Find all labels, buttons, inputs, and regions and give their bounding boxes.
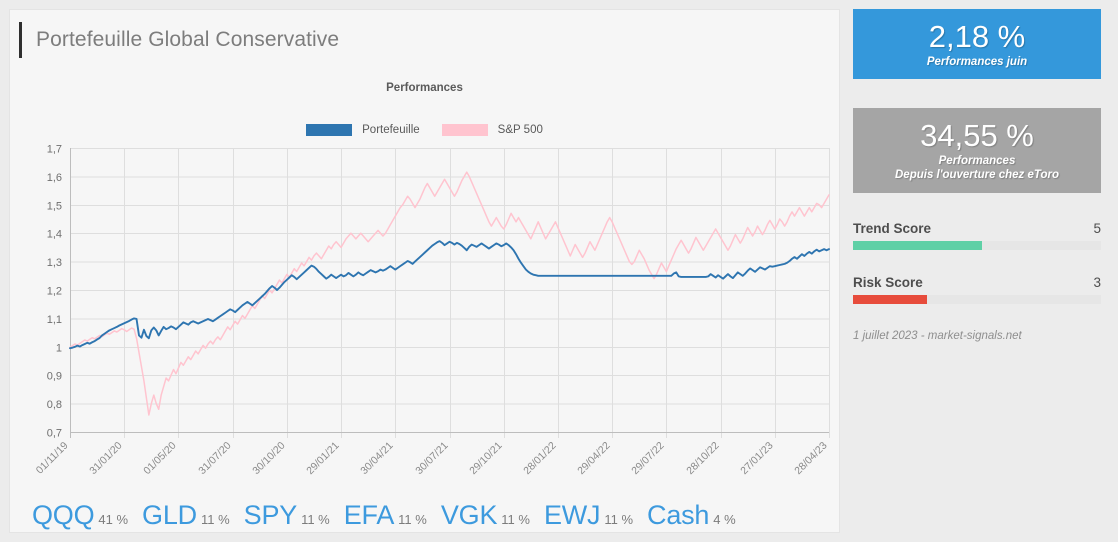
holding-weight: 11 %	[501, 512, 530, 527]
holding-item[interactable]: VGK 11 %	[441, 500, 530, 531]
y-axis-tick-label: 0,7	[47, 428, 62, 440]
monthly-performance-value: 2,18 %	[928, 19, 1026, 54]
performance-chart: Performances Portefeuille S&P 500 1,7 1,6…	[10, 82, 839, 492]
holding-weight: 11 %	[200, 512, 230, 527]
y-axis-tick-label: 1,4	[47, 229, 62, 241]
stat-card-total-performance: 34,55 % Performances Depuis l'ouverture …	[853, 108, 1101, 193]
score-trend-fill	[853, 241, 982, 250]
x-axis-tick-label: 28/01/22	[521, 440, 558, 477]
page-root: Portefeuille Global Conservative Perform…	[0, 0, 1118, 542]
x-axis-tick-label: 29/10/21	[467, 440, 504, 477]
holding-item[interactable]: QQQ 41 %	[32, 500, 128, 531]
y-axis-tick-label: 1,7	[47, 144, 62, 156]
x-axis-tick-label: 30/10/20	[250, 440, 287, 477]
chart-series-line	[69, 240, 830, 350]
holding-ticker: GLD	[142, 500, 197, 530]
x-axis-tick-label: 28/04/23	[792, 440, 829, 477]
score-risk: Risk Score 3	[853, 275, 1101, 304]
holding-weight: 11 %	[604, 512, 634, 527]
page-title: Portefeuille Global Conservative	[36, 28, 340, 51]
y-axis-tick-label: 1,6	[47, 172, 62, 184]
stat-card-monthly-performance: 2,18 % Performances juin	[853, 9, 1101, 79]
x-axis-tick-label: 01/11/19	[34, 440, 71, 477]
score-trend: Trend Score 5	[853, 221, 1101, 250]
title-accent-bar	[19, 22, 22, 58]
x-axis-tick-label: 29/04/22	[575, 440, 612, 477]
holding-item[interactable]: SPY 11 %	[244, 500, 330, 531]
holding-ticker: EFA	[343, 500, 395, 530]
summary-panel: 2,18 % Performances juin 34,55 % Perform…	[853, 9, 1101, 342]
holding-ticker: QQQ	[32, 500, 95, 530]
holding-weight: 11 %	[301, 512, 330, 527]
y-axis-tick-label: 0,8	[47, 399, 62, 411]
chart-series-line	[69, 171, 830, 416]
total-performance-label-line1: Performances	[938, 155, 1016, 167]
holding-weight: 11 %	[398, 512, 427, 527]
x-axis-tick-label: 27/01/23	[738, 440, 775, 477]
holdings-allocation: QQQ 41 % GLD 11 % SPY 11 % EFA 11 % VGK 11 % EWJ 11…	[32, 500, 736, 531]
score-risk-value: 3	[1093, 275, 1101, 290]
legend-label-sp500: S&P 500	[497, 124, 543, 136]
chart-plot-area[interactable]: 1,7 1,6 1,5 1,4 1,3 1,2 1,1 1 0,9 0,8 0,701/11/19 3…	[10, 140, 839, 492]
y-axis-tick-label: 1,2	[47, 286, 62, 298]
x-axis-tick-label: 30/07/21	[413, 440, 450, 477]
source-note: 1 juillet 2023 - market-signals.net	[853, 330, 1022, 342]
score-trend-name: Trend Score	[853, 221, 932, 236]
holding-weight: 4 %	[713, 512, 736, 527]
holding-weight: 41 %	[98, 512, 129, 527]
portfolio-card: Portefeuille Global Conservative Perform…	[9, 9, 840, 533]
y-axis-tick-label: 1	[56, 342, 62, 354]
holding-item[interactable]: EFA 11 %	[344, 500, 427, 531]
x-axis-tick-label: 01/05/20	[141, 440, 178, 477]
x-axis-tick-label: 28/10/22	[684, 440, 721, 477]
legend-swatch-portefeuille	[306, 124, 353, 136]
legend-label-portefeuille: Portefeuille	[362, 124, 420, 136]
y-axis-tick-label: 1,3	[47, 257, 62, 269]
holding-ticker: EWJ	[543, 500, 601, 530]
y-axis-tick-label: 1,1	[47, 314, 62, 326]
score-trend-track	[853, 241, 1101, 250]
x-axis-tick-label: 31/07/20	[196, 440, 233, 477]
x-axis-tick-label: 30/04/21	[358, 440, 395, 477]
total-performance-label-line2: Depuis l'ouverture chez eToro	[895, 169, 1059, 181]
score-risk-track	[853, 295, 1101, 304]
legend-item-sp500[interactable]: S&P 500	[441, 124, 543, 136]
holding-item[interactable]: Cash 4 %	[647, 500, 736, 531]
score-risk-header: Risk Score 3	[853, 275, 1101, 290]
legend-item-portefeuille[interactable]: Portefeuille	[306, 124, 420, 136]
score-trend-value: 5	[1093, 221, 1101, 236]
x-axis-tick-label: 29/07/22	[629, 440, 666, 477]
holding-ticker: SPY	[243, 500, 298, 530]
x-axis-tick-label: 29/01/21	[304, 440, 341, 477]
total-performance-value: 34,55 %	[920, 118, 1034, 153]
holding-ticker: Cash	[647, 500, 710, 530]
chart-legend: Portefeuille S&P 500	[10, 124, 839, 136]
monthly-performance-label: Performances juin	[926, 56, 1028, 68]
holding-ticker: VGK	[440, 500, 498, 530]
score-risk-name: Risk Score	[853, 275, 923, 290]
y-axis-tick-label: 0,9	[47, 371, 62, 383]
holding-item[interactable]: GLD 11 %	[142, 500, 230, 531]
score-trend-header: Trend Score 5	[853, 221, 1101, 236]
legend-swatch-sp500	[441, 124, 488, 136]
chart-title: Performances	[386, 82, 463, 94]
page-title-row: Portefeuille Global Conservative	[19, 21, 339, 59]
score-risk-fill	[853, 295, 928, 304]
x-axis-tick-label: 31/01/20	[87, 440, 124, 477]
holding-item[interactable]: EWJ 11 %	[544, 500, 633, 531]
y-axis-tick-label: 1,5	[47, 200, 62, 212]
